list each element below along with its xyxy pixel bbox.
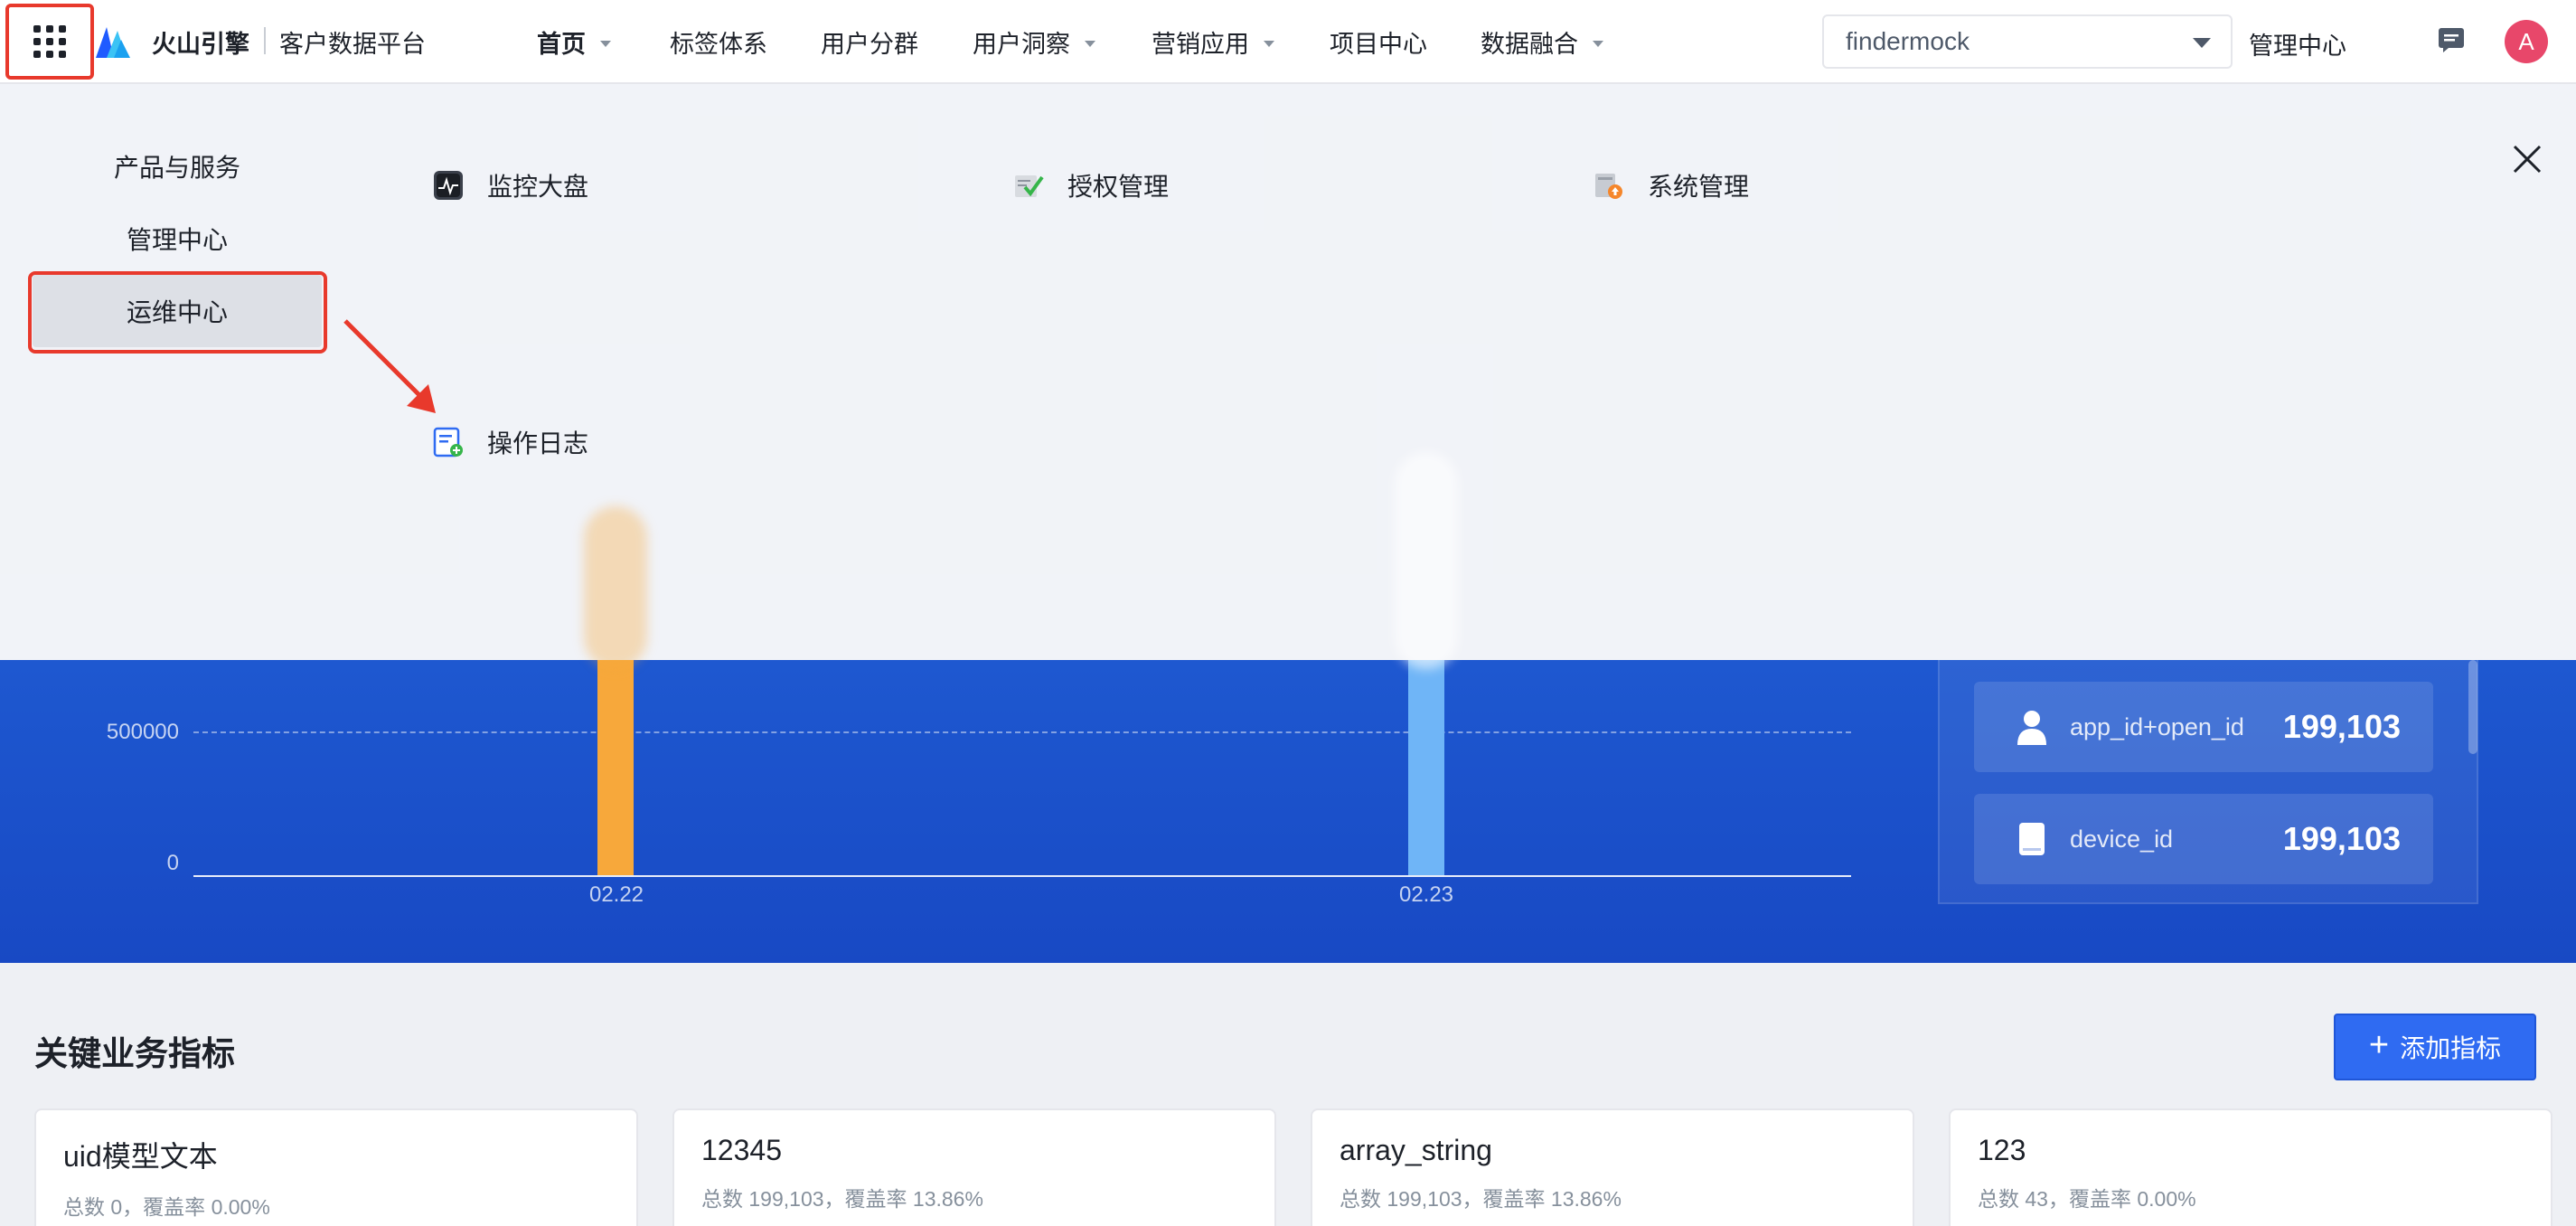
caret-down-icon: [1264, 41, 1274, 47]
id-stat-card: app_id+open_id 199,103: [1974, 682, 2433, 772]
y-tick-label: 0: [166, 851, 179, 875]
bar-glow: [584, 506, 647, 669]
menu-link-oplog[interactable]: 操作日志: [433, 424, 588, 460]
nav-data-fusion[interactable]: 数据融合: [1481, 24, 1603, 60]
message-icon[interactable]: [2438, 27, 2465, 52]
plus-icon: +: [2368, 1026, 2390, 1064]
x-tick-label: 02.22: [588, 882, 644, 907]
nav-label: 项目中心: [1330, 31, 1427, 58]
menu-link-monitor[interactable]: 监控大盘: [433, 167, 588, 203]
menu-link-label: 系统管理: [1648, 173, 1750, 201]
close-icon[interactable]: [2511, 143, 2543, 175]
caret-down-icon: [1593, 41, 1603, 47]
id-stat-value: 199,103: [2282, 708, 2401, 745]
brand-name: 火山引擎: [152, 31, 249, 58]
menu-link-label: 监控大盘: [487, 173, 589, 201]
chart-x-axis: [193, 875, 1851, 877]
nav-label: 首页: [537, 31, 586, 58]
add-metric-label: 添加指标: [2400, 1034, 2502, 1062]
nav-label: 营销应用: [1152, 31, 1249, 58]
menu-link-auth[interactable]: 授权管理: [1013, 167, 1169, 203]
kpi-card-subtitle: 总数 43，覆盖率 0.00%: [1978, 1187, 2196, 1211]
menu-category-products[interactable]: 产品与服务: [33, 148, 322, 184]
kpi-card[interactable]: 12345 总数 199,103，覆盖率 13.86%: [672, 1108, 1276, 1226]
add-metric-button[interactable]: + 添加指标: [2334, 1014, 2536, 1080]
kpi-card-title: uid模型文本: [63, 1140, 218, 1173]
top-navigation-bar: 火山引擎 客户数据平台 首页 标签体系 用户分群 用户洞察 营销应用 项目中心 …: [0, 0, 2576, 84]
nav-marketing-apps[interactable]: 营销应用: [1152, 24, 1274, 60]
kpi-card-title: 123: [1978, 1134, 2026, 1166]
annotation-arrow-icon: [343, 319, 436, 413]
nav-home[interactable]: 首页: [537, 24, 611, 60]
checklist-icon: [1015, 175, 1044, 197]
monitor-icon: [434, 171, 463, 200]
kpi-card[interactable]: uid模型文本 总数 0，覆盖率 0.00%: [34, 1108, 638, 1226]
nav-label: 用户洞察: [973, 31, 1070, 58]
kpi-card-subtitle: 总数 199,103，覆盖率 13.86%: [701, 1187, 983, 1211]
id-stat-name: device_id: [2070, 825, 2174, 853]
id-stat-name: app_id+open_id: [2070, 712, 2244, 740]
caret-down-icon: [600, 41, 611, 47]
menu-link-label: 操作日志: [487, 429, 589, 457]
platform-name: 客户数据平台: [279, 31, 426, 58]
y-tick-label: 500000: [106, 720, 179, 744]
nav-label: 标签体系: [670, 31, 767, 58]
admin-center-link[interactable]: 管理中心: [2249, 26, 2346, 61]
user-icon: [2017, 711, 2046, 745]
log-file-icon: [433, 427, 463, 457]
id-panel-scrollbar[interactable]: [2468, 660, 2477, 754]
kpi-card-title: 12345: [701, 1134, 782, 1166]
id-stat-card: device_id 199,103: [1974, 794, 2433, 884]
kpi-card[interactable]: array_string 总数 199,103，覆盖率 13.86%: [1311, 1108, 1914, 1226]
app-launcher-button[interactable]: [5, 4, 94, 80]
device-icon: [2019, 823, 2045, 855]
kpi-card-subtitle: 总数 0，覆盖率 0.00%: [63, 1195, 270, 1219]
brand-divider: [264, 27, 266, 54]
system-settings-icon: [1595, 174, 1622, 199]
nav-project-center[interactable]: 项目中心: [1330, 24, 1427, 60]
nav-label: 数据融合: [1481, 31, 1578, 58]
nav-label: 用户分群: [821, 31, 918, 58]
kpi-section-title: 关键业务指标: [34, 1035, 235, 1072]
dropdown-arrow-icon: [2193, 38, 2211, 48]
project-select[interactable]: findermock: [1822, 14, 2233, 69]
menu-link-label: 授权管理: [1067, 173, 1170, 201]
id-stat-value: 199,103: [2282, 820, 2401, 857]
x-tick-label: 02.23: [1398, 882, 1454, 907]
chart-bar: [597, 660, 634, 875]
user-avatar[interactable]: A: [2505, 20, 2548, 63]
kpi-card-title: array_string: [1340, 1134, 1492, 1166]
bar-glow: [1395, 452, 1458, 669]
menu-category-admin[interactable]: 管理中心: [33, 221, 322, 257]
kpi-card-subtitle: 总数 199,103，覆盖率 13.86%: [1340, 1187, 1622, 1211]
project-select-value: findermock: [1846, 27, 1970, 55]
nav-user-insights[interactable]: 用户洞察: [973, 24, 1095, 60]
volcano-logo-icon: [96, 27, 130, 58]
chart-bar: [1408, 660, 1444, 875]
caret-down-icon: [1085, 41, 1095, 47]
nav-tag-system[interactable]: 标签体系: [670, 24, 767, 60]
highlight-frame: [28, 271, 327, 354]
grid-icon: [33, 25, 66, 58]
kpi-card[interactable]: 123 总数 43，覆盖率 0.00%: [1949, 1108, 2552, 1226]
nav-user-segments[interactable]: 用户分群: [821, 24, 918, 60]
menu-link-system[interactable]: 系统管理: [1594, 167, 1749, 203]
chart-gridline: [193, 731, 1851, 733]
